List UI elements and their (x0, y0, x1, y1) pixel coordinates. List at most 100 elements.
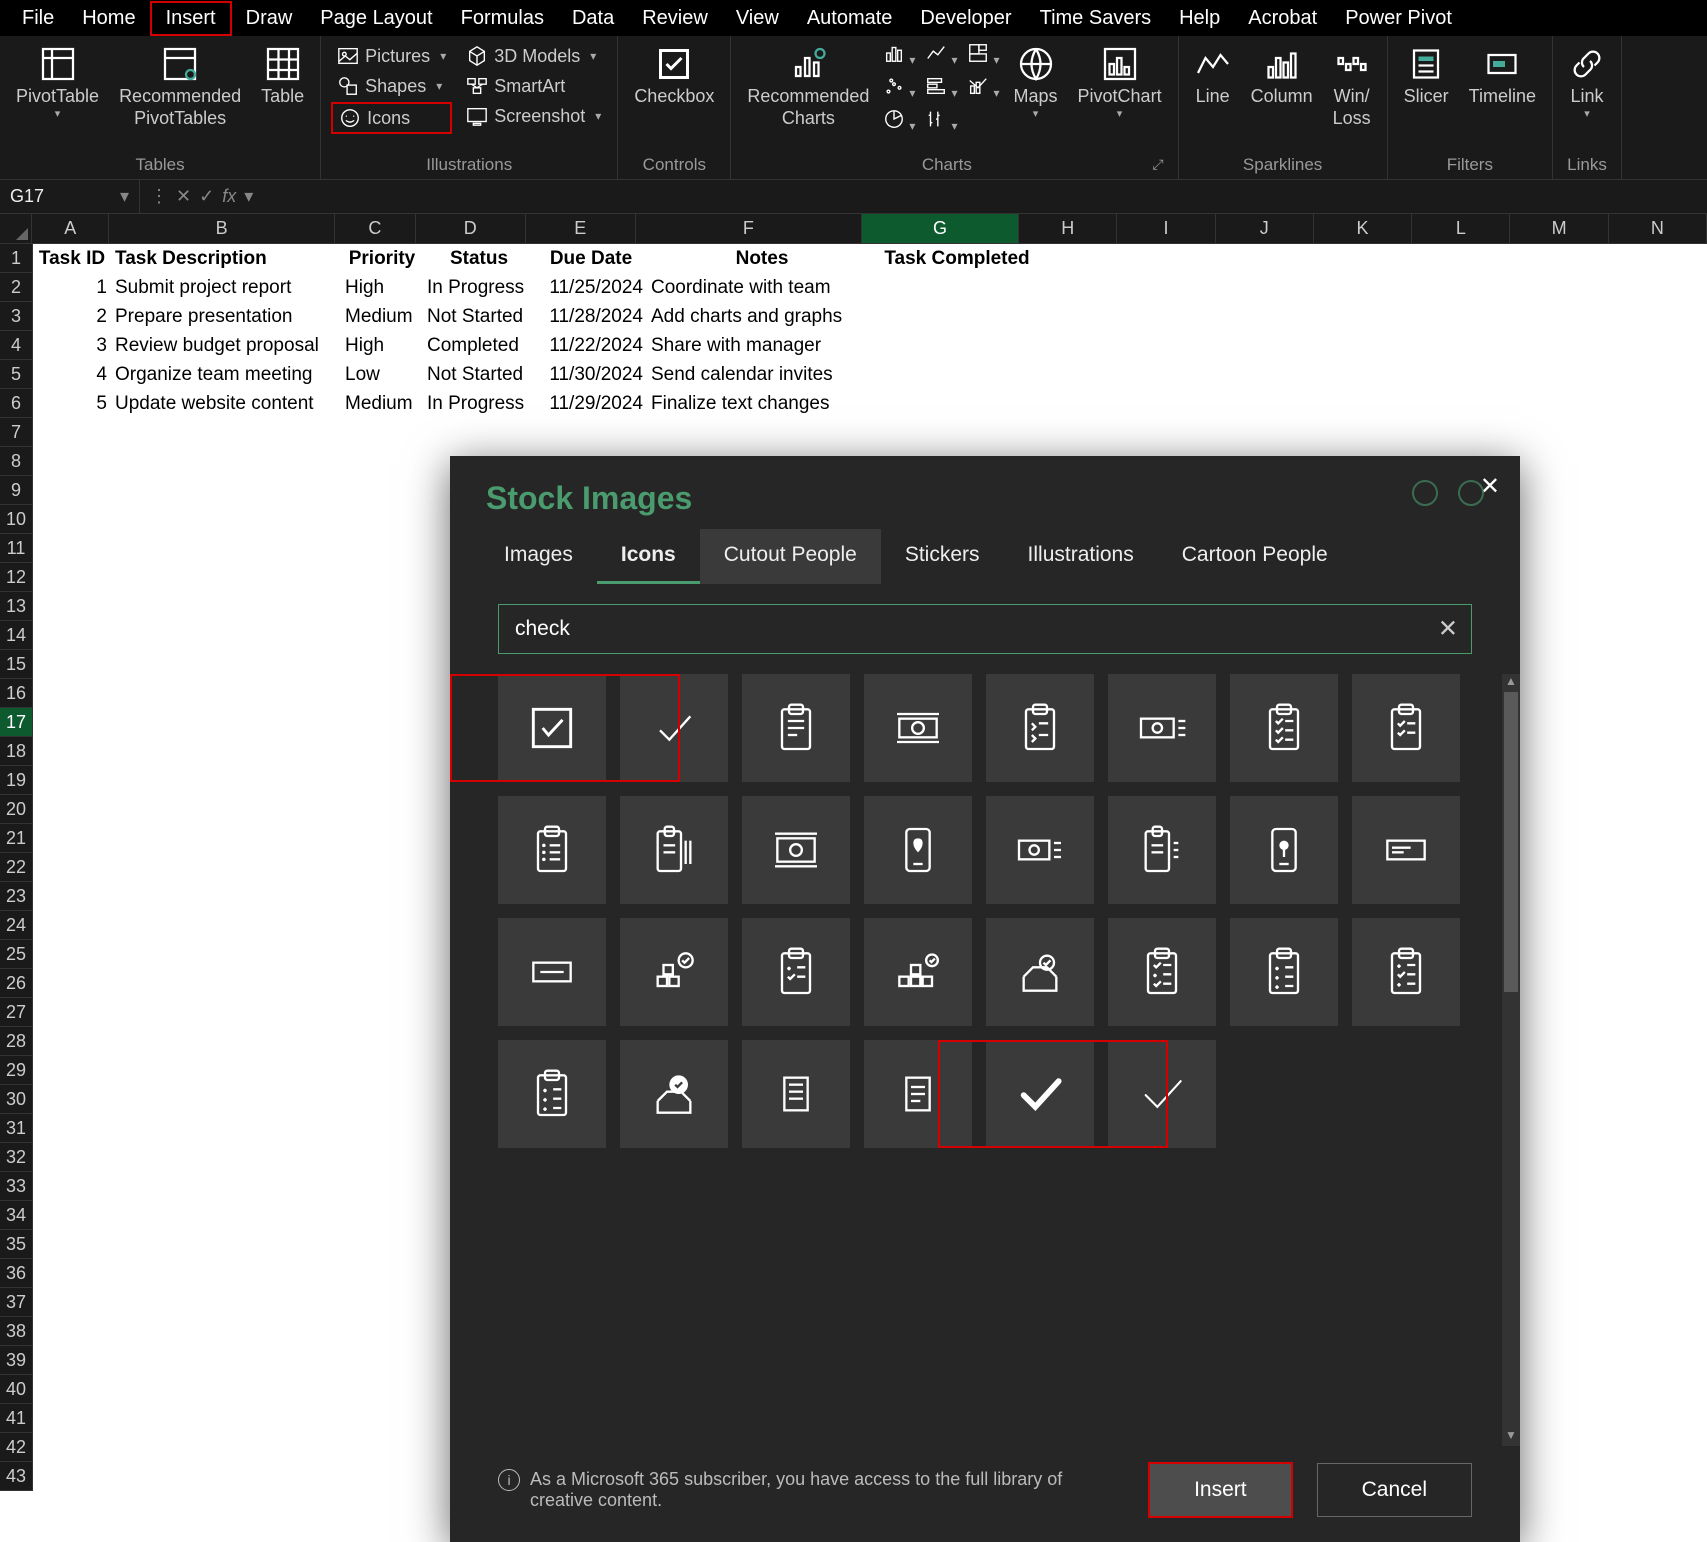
col-header-L[interactable]: L (1412, 214, 1510, 244)
col-header-E[interactable]: E (526, 214, 636, 244)
row-header-16[interactable]: 16 (0, 679, 33, 708)
pictures-button[interactable]: Pictures (331, 42, 452, 70)
col-header-B[interactable]: B (109, 214, 335, 244)
cell-notes[interactable]: Add charts and graphs (647, 302, 877, 331)
row-header-31[interactable]: 31 (0, 1114, 33, 1143)
cell-status[interactable]: Completed (423, 331, 535, 360)
row-header-38[interactable]: 38 (0, 1317, 33, 1346)
cell-taskid[interactable]: 1 (33, 273, 111, 302)
row-header-8[interactable]: 8 (0, 447, 33, 476)
feedback-sad-icon[interactable] (1458, 480, 1484, 506)
maps-button[interactable]: Maps ▾ (1008, 42, 1064, 153)
icon-tile-22[interactable] (1230, 918, 1338, 1026)
table-button[interactable]: Table (255, 42, 310, 153)
menu-time-savers[interactable]: Time Savers (1026, 3, 1166, 34)
icon-tile-29[interactable] (1108, 1040, 1216, 1148)
cell-status[interactable]: In Progress (423, 389, 535, 418)
col-header-C[interactable]: C (335, 214, 416, 244)
icon-tile-5[interactable] (1108, 674, 1216, 782)
row-header-40[interactable]: 40 (0, 1375, 33, 1404)
row-header-12[interactable]: 12 (0, 563, 33, 592)
icon-tile-2[interactable] (742, 674, 850, 782)
dialog-tab-illustrations[interactable]: Illustrations (1004, 529, 1158, 584)
cell-notes[interactable]: Coordinate with team (647, 273, 877, 302)
dialog-tab-images[interactable]: Images (480, 529, 597, 584)
row-header-23[interactable]: 23 (0, 882, 33, 911)
row-header-9[interactable]: 9 (0, 476, 33, 505)
cell-desc[interactable]: Submit project report (111, 273, 341, 302)
menu-review[interactable]: Review (628, 3, 722, 34)
pivot-table-button[interactable]: PivotTable ▾ (10, 42, 105, 153)
menu-draw[interactable]: Draw (232, 3, 307, 34)
stock-chart-icon[interactable] (925, 108, 957, 135)
col-header-I[interactable]: I (1117, 214, 1215, 244)
cell-status[interactable]: Not Started (423, 302, 535, 331)
cell-desc[interactable]: Prepare presentation (111, 302, 341, 331)
row-header-33[interactable]: 33 (0, 1172, 33, 1201)
row-header-11[interactable]: 11 (0, 534, 33, 563)
row-header-27[interactable]: 27 (0, 998, 33, 1027)
cell-done[interactable] (877, 331, 1037, 360)
cell-desc[interactable]: Review budget proposal (111, 331, 341, 360)
icon-tile-20[interactable] (986, 918, 1094, 1026)
row-header-25[interactable]: 25 (0, 940, 33, 969)
cell-date[interactable]: 11/22/2024 (535, 331, 647, 360)
cell-date[interactable]: 11/29/2024 (535, 389, 647, 418)
spark-column-button[interactable]: Column (1245, 42, 1319, 153)
spark-winloss-button[interactable]: Win/ Loss (1327, 42, 1377, 153)
icon-tile-14[interactable] (1230, 796, 1338, 904)
row-header-15[interactable]: 15 (0, 650, 33, 679)
icon-tile-16[interactable] (498, 918, 606, 1026)
cell-notes[interactable]: Send calendar invites (647, 360, 877, 389)
menu-data[interactable]: Data (558, 3, 628, 34)
header-cell[interactable]: Status (423, 244, 535, 273)
icons-button[interactable]: Icons (331, 102, 452, 134)
formula-fx-icon[interactable]: fx (222, 186, 236, 207)
scroll-down-arrow[interactable]: ▼ (1502, 1428, 1520, 1446)
formula-cancel-icon[interactable]: ✕ (176, 186, 191, 207)
shapes-button[interactable]: Shapes (331, 72, 452, 100)
recommended-pivot-button[interactable]: Recommended PivotTables (113, 42, 247, 153)
treemap-chart-icon[interactable] (967, 42, 999, 69)
cell-priority[interactable]: Medium (341, 302, 423, 331)
col-header-F[interactable]: F (636, 214, 862, 244)
menu-home[interactable]: Home (68, 3, 149, 34)
cell-desc[interactable]: Update website content (111, 389, 341, 418)
dialog-tab-cartoon-people[interactable]: Cartoon People (1158, 529, 1352, 584)
dialog-tab-icons[interactable]: Icons (597, 529, 700, 584)
cell-done[interactable] (877, 302, 1037, 331)
scroll-thumb[interactable] (1504, 692, 1518, 992)
row-header-21[interactable]: 21 (0, 824, 33, 853)
icon-tile-7[interactable] (1352, 674, 1460, 782)
icon-tile-27[interactable] (864, 1040, 972, 1148)
header-cell[interactable]: Due Date (535, 244, 647, 273)
header-cell[interactable]: Task ID (33, 244, 111, 273)
header-cell[interactable]: Priority (341, 244, 423, 273)
menu-formulas[interactable]: Formulas (447, 3, 558, 34)
col-header-H[interactable]: H (1019, 214, 1117, 244)
spark-line-button[interactable]: Line (1189, 42, 1237, 153)
icon-tile-19[interactable] (864, 918, 972, 1026)
icon-tile-25[interactable] (620, 1040, 728, 1148)
row-header-41[interactable]: 41 (0, 1404, 33, 1433)
col-header-N[interactable]: N (1609, 214, 1707, 244)
row-header-37[interactable]: 37 (0, 1288, 33, 1317)
row-header-35[interactable]: 35 (0, 1230, 33, 1259)
col-header-G[interactable]: G (862, 214, 1019, 244)
row-header-30[interactable]: 30 (0, 1085, 33, 1114)
row-header-10[interactable]: 10 (0, 505, 33, 534)
cell-notes[interactable]: Finalize text changes (647, 389, 877, 418)
cell-notes[interactable]: Share with manager (647, 331, 877, 360)
icon-tile-0[interactable] (498, 674, 606, 782)
cell-priority[interactable]: Low (341, 360, 423, 389)
formula-expand-icon[interactable]: ⋮ (150, 186, 168, 207)
row-header-29[interactable]: 29 (0, 1056, 33, 1085)
row-header-1[interactable]: 1 (0, 244, 33, 273)
icon-tile-18[interactable] (742, 918, 850, 1026)
header-cell[interactable]: Task Description (111, 244, 341, 273)
formula-accept-icon[interactable]: ✓ (199, 186, 214, 207)
dialog-tab-cutout-people[interactable]: Cutout People (700, 529, 881, 584)
cell-taskid[interactable]: 5 (33, 389, 111, 418)
icon-tile-17[interactable] (620, 918, 728, 1026)
icon-tile-10[interactable] (742, 796, 850, 904)
